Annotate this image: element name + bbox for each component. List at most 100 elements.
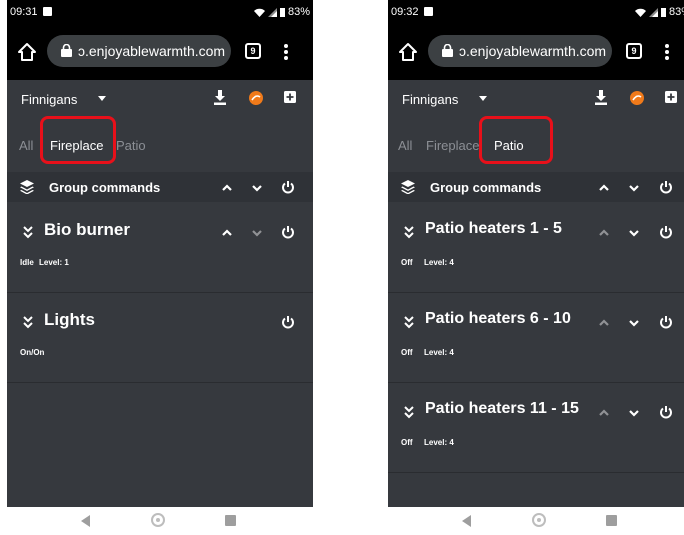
app-header: Finnigans: [7, 80, 313, 118]
wifi-icon: [253, 8, 265, 17]
lock-icon: [442, 44, 453, 57]
signal-icon: [648, 7, 658, 17]
chevron-up-icon[interactable]: [220, 181, 234, 195]
device-status: Off: [401, 438, 413, 447]
back-icon[interactable]: [462, 515, 471, 527]
dropdown-caret-icon[interactable]: [98, 96, 106, 101]
double-chevron-down-icon[interactable]: [22, 225, 34, 239]
home-icon[interactable]: [17, 42, 37, 62]
highlight-box: [40, 116, 116, 164]
recents-icon[interactable]: [606, 515, 617, 526]
site-selector[interactable]: Finnigans: [21, 92, 77, 107]
group-tabs: All Fireplace Patio: [7, 116, 313, 164]
more-vert-icon[interactable]: [664, 43, 670, 61]
double-chevron-down-icon[interactable]: [403, 405, 415, 419]
chevron-down-icon[interactable]: [627, 316, 641, 330]
tab-patio[interactable]: Patio: [494, 138, 524, 153]
download-icon[interactable]: [213, 90, 227, 105]
status-bar: 09:31 83%: [7, 0, 313, 24]
wifi-icon: [634, 8, 646, 17]
device-card[interactable]: Patio heaters 1 - 5 Off Level: 4: [388, 202, 684, 293]
dropdown-caret-icon[interactable]: [479, 96, 487, 101]
site-selector[interactable]: Finnigans: [402, 92, 458, 107]
device-card[interactable]: Patio heaters 11 - 15 Off Level: 4: [388, 382, 684, 473]
browser-toolbar: ɔ.enjoyablewarmth.com 9: [388, 24, 684, 80]
double-chevron-down-icon[interactable]: [403, 315, 415, 329]
add-box-icon[interactable]: [665, 91, 677, 103]
device-card[interactable]: Patio heaters 6 - 10 Off Level: 4: [388, 292, 684, 383]
recents-icon[interactable]: [225, 515, 236, 526]
power-icon[interactable]: [281, 225, 295, 239]
download-icon[interactable]: [594, 90, 608, 105]
battery-percent: 83%: [287, 6, 310, 18]
chevron-up-icon[interactable]: [597, 226, 611, 240]
device-name: Patio heaters 6 - 10: [425, 310, 571, 327]
device-level: Level: 4: [424, 258, 454, 267]
address-bar[interactable]: ɔ.enjoyablewarmth.com: [47, 35, 231, 67]
chevron-down-icon[interactable]: [627, 226, 641, 240]
group-commands-label: Group commands: [430, 180, 542, 195]
layers-icon: [401, 180, 415, 194]
add-box-icon[interactable]: [284, 91, 296, 103]
group-commands-row: Group commands: [388, 172, 684, 202]
chevron-down-icon[interactable]: [250, 181, 264, 195]
brand-logo-icon[interactable]: [630, 91, 644, 105]
power-icon[interactable]: [659, 405, 673, 419]
lock-icon: [61, 44, 72, 57]
power-icon[interactable]: [659, 180, 673, 194]
power-icon[interactable]: [281, 315, 295, 329]
status-bar: 09:32 83%: [388, 0, 684, 24]
device-level: Level: 1: [39, 258, 69, 267]
signal-icon: [267, 7, 277, 17]
app-content: Finnigans All Fireplace Patio Group comm…: [7, 80, 313, 507]
power-icon[interactable]: [659, 315, 673, 329]
group-commands-label: Group commands: [49, 180, 161, 195]
tab-all[interactable]: All: [398, 138, 412, 153]
app-header: Finnigans: [388, 80, 684, 118]
phone-screen-right: 09:32 83% ɔ.enjoyablewarmth.com 9 Finnig…: [388, 0, 684, 535]
chevron-down-icon[interactable]: [627, 406, 641, 420]
back-icon[interactable]: [81, 515, 90, 527]
device-status: On/On: [20, 348, 45, 357]
double-chevron-down-icon[interactable]: [403, 225, 415, 239]
browser-toolbar: ɔ.enjoyablewarmth.com 9: [7, 24, 313, 80]
device-name: Lights: [44, 310, 95, 329]
chevron-down-icon[interactable]: [250, 226, 264, 240]
home-icon[interactable]: [398, 42, 418, 62]
battery-icon: [660, 7, 666, 17]
device-status: Off: [401, 258, 413, 267]
address-bar[interactable]: ɔ.enjoyablewarmth.com: [428, 35, 612, 67]
more-vert-icon[interactable]: [283, 43, 289, 61]
home-button-icon[interactable]: [151, 513, 165, 527]
device-card[interactable]: Lights On/On: [7, 292, 313, 383]
device-name: Patio heaters 11 - 15: [425, 400, 579, 417]
chevron-up-icon[interactable]: [220, 226, 234, 240]
home-button-icon[interactable]: [532, 513, 546, 527]
tab-switcher-button[interactable]: 9: [626, 43, 642, 59]
app-content: Finnigans All Fireplace Patio Group comm…: [388, 80, 684, 507]
notification-icon: [43, 7, 52, 16]
group-commands-row: Group commands: [7, 172, 313, 202]
tab-patio[interactable]: Patio: [116, 138, 146, 153]
chevron-up-icon[interactable]: [597, 316, 611, 330]
system-icons: 83%: [253, 6, 310, 18]
battery-percent: 83%: [668, 6, 684, 18]
double-chevron-down-icon[interactable]: [22, 315, 34, 329]
power-icon[interactable]: [659, 225, 673, 239]
battery-icon: [279, 7, 285, 17]
device-card[interactable]: Bio burner Idle Level: 1: [7, 202, 313, 293]
brand-logo-icon[interactable]: [249, 91, 263, 105]
url-text: ɔ.enjoyablewarmth.com: [78, 43, 226, 59]
layers-icon: [20, 180, 34, 194]
chevron-down-icon[interactable]: [627, 181, 641, 195]
chevron-up-icon[interactable]: [597, 181, 611, 195]
chevron-up-icon[interactable]: [597, 406, 611, 420]
group-tabs: All Fireplace Patio: [388, 116, 684, 164]
power-icon[interactable]: [281, 180, 295, 194]
tab-fireplace[interactable]: Fireplace: [426, 138, 479, 153]
url-text: ɔ.enjoyablewarmth.com: [459, 43, 607, 59]
status-time: 09:32: [391, 6, 419, 18]
tab-switcher-button[interactable]: 9: [245, 43, 261, 59]
tab-all[interactable]: All: [19, 138, 33, 153]
android-nav-bar: [7, 507, 313, 535]
